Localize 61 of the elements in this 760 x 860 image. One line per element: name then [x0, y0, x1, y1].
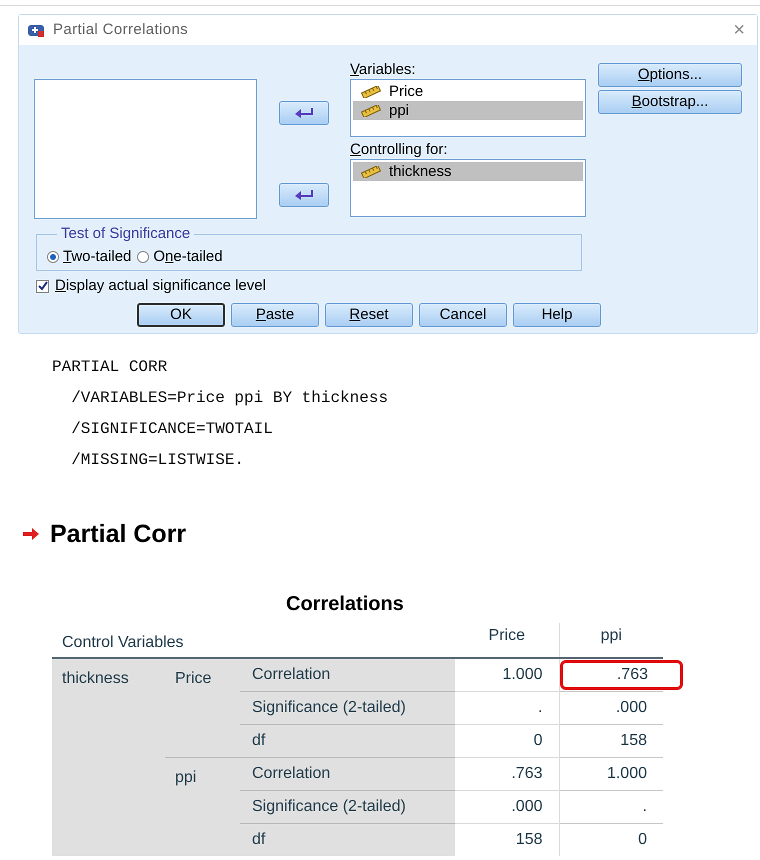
column-header: Control Variables	[52, 623, 455, 658]
window-title: Partial Correlations	[53, 20, 188, 40]
row-header: df	[240, 724, 455, 757]
checkbox-label: Display actual significance level	[55, 276, 266, 296]
radio-button[interactable]	[137, 250, 150, 263]
dialog-button[interactable]: Options...	[598, 63, 742, 87]
variable-item[interactable]: Price	[353, 82, 583, 101]
table-cell: .763	[560, 660, 683, 690]
row-header: ppi	[165, 757, 240, 856]
ruler-icon	[361, 86, 381, 98]
table-cell-text: .	[537, 698, 544, 718]
row-header: Price	[165, 658, 240, 757]
table-cell-text: 0	[532, 730, 544, 750]
column-header: ppi	[559, 623, 663, 658]
column-header: Price	[455, 623, 559, 658]
list-label: Controlling for:	[350, 141, 449, 159]
source-variable-list[interactable]	[34, 79, 258, 219]
variable-list[interactable]: thickness	[350, 159, 586, 217]
table-title: Correlations	[286, 592, 405, 617]
table-cell-text: 1.000	[606, 764, 648, 784]
table-cell-text: 0	[637, 830, 648, 850]
table-cell-text: .000	[510, 796, 544, 816]
arrow-left-icon	[294, 189, 314, 201]
row-header: Significance (2-tailed)	[240, 691, 455, 724]
close-button[interactable]: ×	[729, 20, 749, 40]
variable-item[interactable]: thickness	[353, 162, 583, 181]
output-heading: Partial Corr	[50, 518, 186, 550]
dialog-button[interactable]: Reset	[325, 302, 413, 326]
table-cell-text: 158	[514, 830, 544, 850]
row-header: Correlation	[240, 757, 455, 790]
dialog-button[interactable]: Help	[513, 302, 601, 326]
dialog-button[interactable]: Cancel	[419, 302, 507, 326]
table-cell-text: .000	[614, 698, 648, 718]
move-arrow-button[interactable]	[278, 183, 329, 207]
table-cell-text: .763	[510, 764, 544, 784]
dialog-button[interactable]: Paste	[231, 302, 319, 326]
arrow-left-icon	[294, 107, 314, 119]
row-header: Significance (2-tailed)	[240, 790, 455, 823]
table-cell-text: 158	[619, 730, 648, 750]
dialog-button[interactable]: OK	[137, 302, 225, 326]
app-icon	[27, 22, 45, 38]
checkbox[interactable]	[36, 280, 49, 293]
ruler-icon	[361, 104, 381, 116]
table-cell-text: .	[642, 796, 648, 816]
variable-list[interactable]: Price ppi	[350, 79, 586, 137]
row-header: df	[240, 823, 455, 856]
radio-button[interactable]	[47, 250, 59, 263]
move-arrow-button[interactable]	[278, 101, 329, 125]
radio-option[interactable]: Two-tailed	[47, 246, 132, 268]
variable-item[interactable]: ppi	[353, 101, 583, 120]
syntax-code: PARTIAL CORR /VARIABLES=Price ppi BY thickness /SIGNIFICANCE=TWOTAIL /MISSING=LISTWISE.	[52, 356, 390, 470]
arrow-right-icon	[22, 527, 40, 542]
dialog-button[interactable]: Bootstrap...	[598, 90, 742, 114]
group-legend: Test of Significance	[57, 223, 194, 246]
check-icon	[38, 281, 48, 292]
radio-option[interactable]: One-tailed	[137, 246, 223, 268]
table-cell-text: 1.000	[501, 664, 544, 685]
list-label: Variables:	[350, 61, 417, 79]
row-header: Correlation	[240, 658, 455, 691]
ruler-icon	[361, 166, 381, 178]
row-header: thickness	[52, 658, 165, 856]
